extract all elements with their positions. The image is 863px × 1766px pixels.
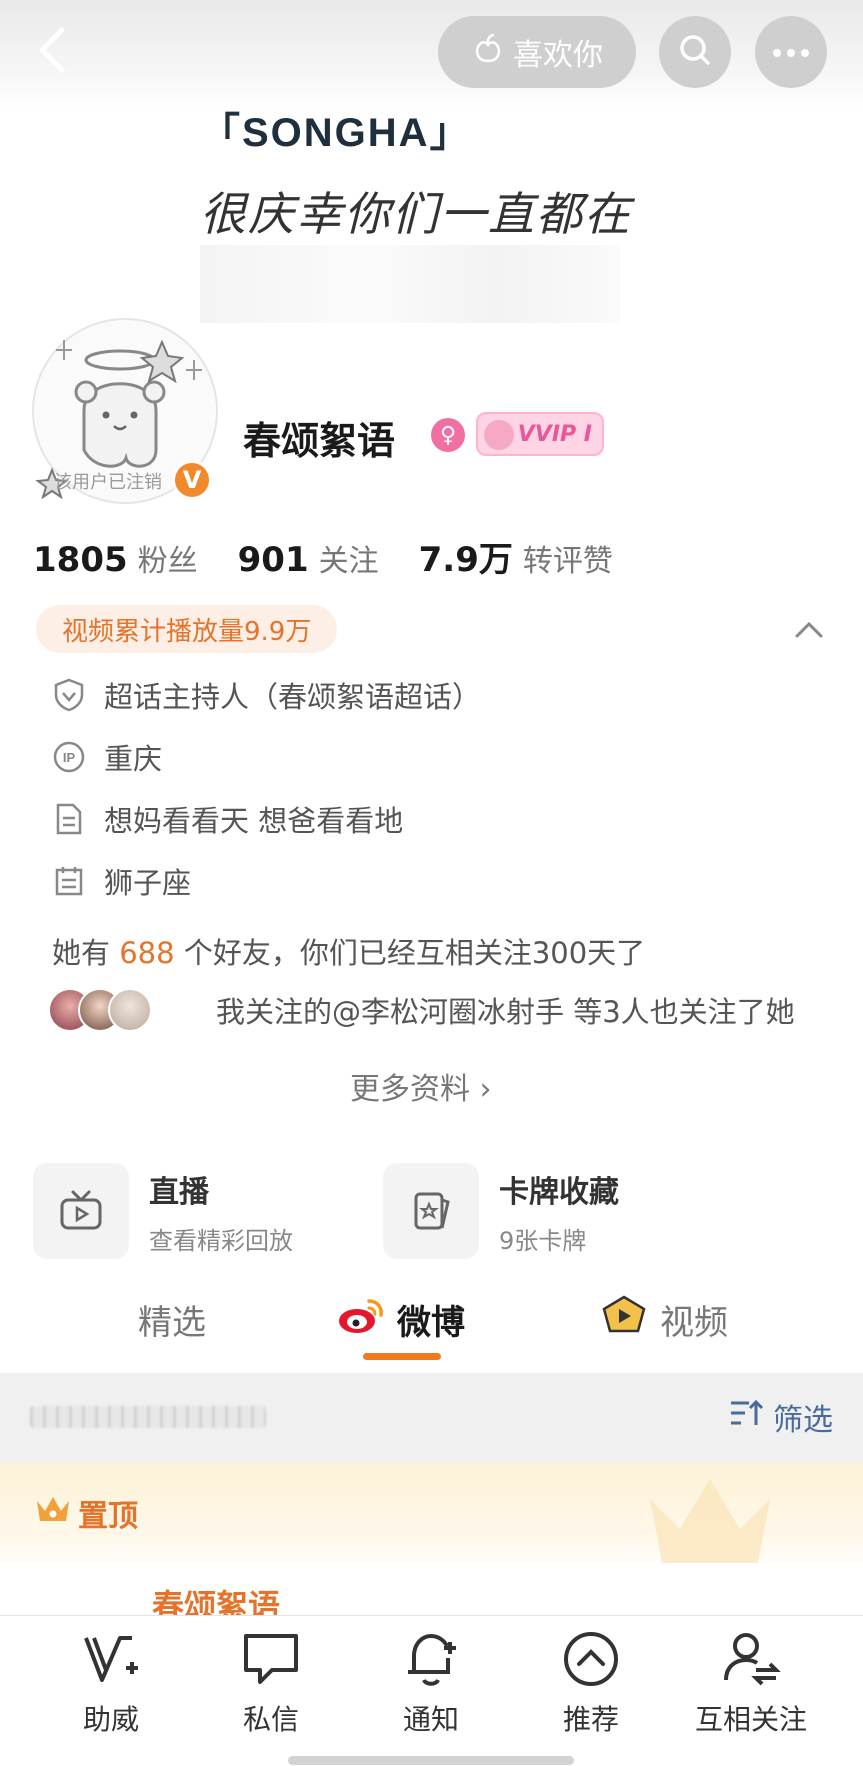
nav-notifications-label: 通知 (402, 1703, 459, 1736)
shield-icon (52, 678, 86, 712)
pinned-post-preview[interactable]: 春颂絮语 (0, 1563, 863, 1625)
like-label: 喜欢你 (513, 38, 603, 73)
bio-text: 想妈看看天 想爸看看地 (104, 804, 404, 838)
calendar-icon (52, 864, 86, 898)
vip-badge[interactable]: VVIP I (476, 412, 604, 456)
mutual-avatar (108, 988, 152, 1032)
live-card-sub: 查看精彩回放 (149, 1226, 293, 1255)
peach-icon (471, 31, 505, 73)
card-collection-title: 卡牌收藏 (499, 1174, 619, 1210)
search-button[interactable] (659, 16, 731, 88)
tab-video-label: 视频 (660, 1303, 728, 1343)
cheer-v-icon (84, 1636, 138, 1682)
mutual-follow-line[interactable]: 我关注的@李松河圈冰射手 等3人也关注了她 (48, 988, 795, 1032)
weibo-logo-icon (337, 1295, 385, 1344)
tab-featured-label: 精选 (138, 1303, 206, 1343)
home-indicator (288, 1756, 574, 1765)
nav-cheer-label: 助威 (82, 1703, 139, 1736)
tab-weibo-label: 微博 (397, 1303, 465, 1343)
filter-bar: 筛选 (0, 1373, 863, 1463)
nav-cheer[interactable]: 助威 (46, 1628, 176, 1738)
ip-row: IP 重庆 (52, 736, 162, 778)
video-plays-badge[interactable]: 视频累计播放量9.9万 (36, 605, 338, 653)
followers-label[interactable]: 粉丝 (138, 536, 198, 580)
nav-recommend[interactable]: 推荐 (526, 1628, 656, 1738)
tab-video[interactable]: 视频 (600, 1295, 728, 1344)
bell-plus-icon (408, 1633, 456, 1686)
top-bar: 喜欢你 (0, 0, 863, 110)
live-card[interactable]: 直播 查看精彩回放 (33, 1163, 293, 1259)
friends-line[interactable]: 她有 688 个好友，你们已经互相关注300天了 (52, 930, 645, 972)
friends-prefix: 她有 (52, 936, 111, 970)
search-icon (676, 31, 714, 73)
more-button[interactable] (755, 16, 827, 88)
nav-recommend-label: 推荐 (562, 1703, 619, 1736)
friends-suffix: 个好友，你们已经互相关注300天了 (183, 936, 646, 970)
following-count[interactable]: 901 (238, 540, 309, 580)
back-icon[interactable] (28, 22, 78, 78)
zodiac-row: 狮子座 (52, 860, 191, 902)
pinned-header: 置顶 (0, 1463, 863, 1563)
mutual-follow-text: 我关注的@李松河圈冰射手 等3人也关注了她 (216, 995, 795, 1029)
cover-image (200, 245, 620, 323)
nav-messages[interactable]: 私信 (206, 1628, 336, 1738)
pinned-label: 置顶 (78, 1499, 138, 1534)
like-button[interactable]: 喜欢你 (438, 16, 636, 88)
cover-title: 「SONGHA」 (200, 111, 472, 155)
card-collection-sub: 9张卡牌 (499, 1226, 587, 1255)
svg-text:IP: IP (63, 750, 76, 765)
nav-mutual-follow[interactable]: 互相关注 (686, 1628, 816, 1738)
bio-row: 想妈看看天 想爸看看地 (52, 798, 403, 840)
ip-location-text: 重庆 (104, 742, 163, 776)
more-info-link[interactable]: 更多资料 › (350, 1064, 492, 1108)
video-play-icon (600, 1295, 648, 1344)
ip-location-icon: IP (52, 740, 86, 774)
mutual-avatars (48, 988, 152, 1032)
interactions-count: 7.9万 (418, 540, 513, 580)
tab-weibo[interactable]: 微博 (337, 1295, 465, 1344)
nav-notifications[interactable]: 通知 (366, 1628, 496, 1738)
female-icon: ♀ (431, 418, 465, 452)
cards-star-icon (383, 1163, 479, 1259)
super-topic-text: 超话主持人（春颂絮语超话） (104, 680, 482, 714)
filter-button[interactable]: 筛选 (729, 1395, 833, 1439)
tv-play-icon (33, 1163, 129, 1259)
user-swap-icon (724, 1633, 781, 1686)
zodiac-text: 狮子座 (104, 866, 192, 900)
card-collection-card[interactable]: 卡牌收藏 9张卡牌 (383, 1163, 619, 1259)
collapse-chevron-icon[interactable] (793, 614, 825, 646)
bottom-nav: 助威 私信 通知 推荐 互相关注 (0, 1615, 863, 1766)
username: 春颂絮语 (243, 419, 396, 463)
more-dots-icon (771, 43, 811, 62)
friends-count: 688 (119, 936, 175, 970)
live-card-title: 直播 (149, 1174, 209, 1210)
avatar-caption: 该用户已注销 (54, 472, 162, 493)
filter-label: 筛选 (773, 1403, 833, 1438)
filter-icon (729, 1398, 765, 1436)
cover-handwriting: 很庆幸你们一直都在 (200, 187, 632, 241)
crown-watermark-icon (650, 1479, 770, 1563)
document-icon (52, 802, 86, 836)
interactions-label: 转评赞 (522, 544, 613, 579)
tab-featured[interactable]: 精选 (138, 1295, 206, 1344)
blurred-text (30, 1406, 266, 1428)
followers-count[interactable]: 1805 (33, 540, 128, 580)
active-tab-indicator (363, 1353, 441, 1360)
nav-mutual-follow-label: 互相关注 (694, 1703, 807, 1736)
stats-row: 1805 粉丝 901 关注 7.9万 转评赞 (33, 532, 653, 581)
circle-up-icon (564, 1632, 618, 1686)
pinned-label-wrap: 置顶 (34, 1491, 138, 1535)
crown-icon (34, 1493, 72, 1533)
nav-messages-label: 私信 (242, 1703, 299, 1736)
verified-icon: V (172, 460, 212, 500)
super-topic-row[interactable]: 超话主持人（春颂絮语超话） (52, 674, 481, 716)
following-label[interactable]: 关注 (319, 536, 379, 580)
chat-icon (244, 1634, 298, 1684)
